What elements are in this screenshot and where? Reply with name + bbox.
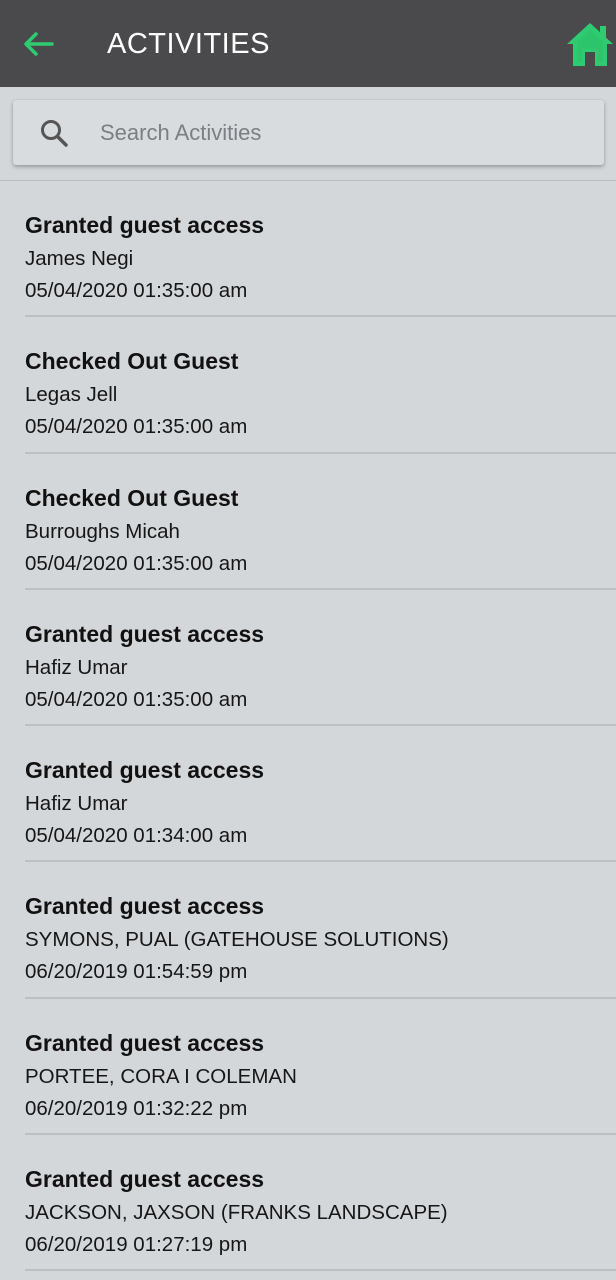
list-item[interactable]: Granted guest access JACKSON, JAXSON (FR…	[0, 1135, 616, 1272]
activity-timestamp: 05/04/2020 01:35:00 am	[25, 415, 248, 439]
activity-person: Burroughs Micah	[25, 519, 180, 543]
activity-timestamp: 05/04/2020 01:34:00 am	[25, 824, 248, 848]
app-bar: ACTIVITIES	[0, 0, 616, 87]
page-title: ACTIVITIES	[107, 28, 270, 60]
list-item[interactable]: Checked Out Guest Burroughs Micah 05/04/…	[0, 454, 616, 591]
activity-action: Granted guest access	[25, 212, 265, 238]
list-item[interactable]: Granted guest access SYMONS, PUAL (GATEH…	[0, 862, 616, 1000]
search-icon	[41, 120, 68, 147]
activity-person: Legas Jell	[25, 383, 118, 407]
home-button[interactable]	[564, 18, 616, 70]
activity-action: Granted guest access	[25, 620, 265, 647]
back-button[interactable]	[18, 24, 58, 64]
activity-action: Granted guest access	[25, 1029, 265, 1056]
activity-person: JACKSON, JAXSON (FRANKS LANDSCAPE)	[25, 1201, 448, 1225]
activity-action: Granted guest access	[25, 1166, 265, 1193]
activity-person: SYMONS, PUAL (GATEHOUSE SOLUTIONS)	[25, 928, 449, 952]
search-bar	[0, 87, 616, 181]
list-item[interactable]: Granted guest access Hafiz Umar 05/04/20…	[0, 590, 616, 727]
arrow-left-icon	[24, 32, 54, 56]
activity-action: Checked Out Guest	[25, 484, 239, 511]
list-item[interactable]: Granted guest access James Negi 05/04/20…	[0, 181, 616, 318]
activity-person: Hafiz Umar	[25, 792, 128, 816]
home-icon	[567, 23, 613, 66]
activity-person: PORTEE, CORA I COLEMAN	[25, 1064, 297, 1088]
search-box[interactable]	[13, 100, 604, 165]
activity-action: Granted guest access	[25, 893, 265, 920]
activity-timestamp: 05/04/2020 01:35:00 am	[25, 687, 248, 711]
activity-action: Granted guest access	[25, 757, 265, 784]
activity-timestamp: 05/04/2020 01:35:00 am	[25, 279, 248, 302]
activity-list: Granted guest access James Negi 05/04/20…	[0, 181, 616, 1272]
list-item[interactable]: Granted guest access PORTEE, CORA I COLE…	[0, 999, 616, 1136]
activity-timestamp: 06/20/2019 01:54:59 pm	[25, 960, 248, 984]
activity-timestamp: 06/20/2019 01:32:22 pm	[25, 1096, 248, 1120]
activity-action: Checked Out Guest	[25, 348, 239, 375]
activity-timestamp: 06/20/2019 01:27:19 pm	[25, 1233, 248, 1257]
activity-person: James Negi	[25, 247, 134, 270]
activity-timestamp: 05/04/2020 01:35:00 am	[25, 551, 248, 575]
search-input[interactable]	[98, 110, 582, 156]
list-item[interactable]: Checked Out Guest Legas Jell 05/04/2020 …	[0, 317, 616, 454]
activity-person: Hafiz Umar	[25, 655, 128, 679]
list-item[interactable]: Granted guest access Hafiz Umar 05/04/20…	[0, 726, 616, 863]
